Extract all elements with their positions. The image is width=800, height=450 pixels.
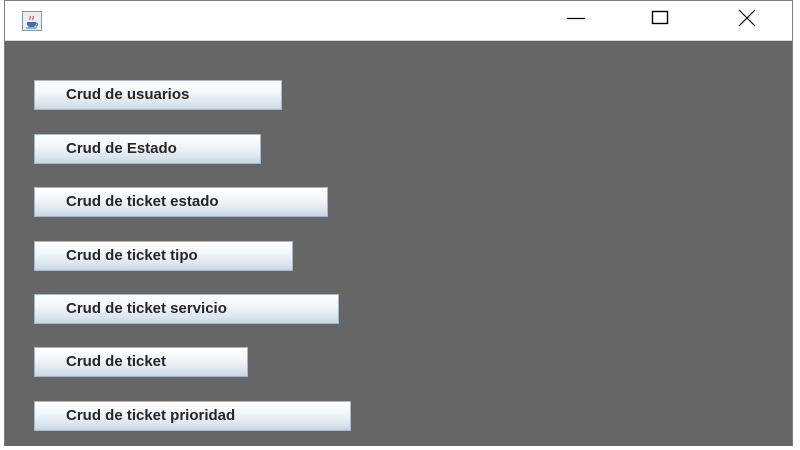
close-button[interactable] xyxy=(724,1,770,40)
crud-ticket-tipo-button[interactable]: Crud de ticket tipo xyxy=(34,241,293,271)
minimize-icon xyxy=(566,8,586,33)
crud-ticket-button[interactable]: Crud de ticket xyxy=(34,347,248,377)
content-panel: Crud de usuarios Crud de Estado Crud de … xyxy=(5,41,792,446)
java-cup-icon xyxy=(22,11,42,31)
app-window: Crud de usuarios Crud de Estado Crud de … xyxy=(4,0,793,446)
minimize-button[interactable] xyxy=(553,1,599,40)
title-bar[interactable] xyxy=(5,1,792,41)
crud-usuarios-button[interactable]: Crud de usuarios xyxy=(34,80,282,110)
crud-estado-button[interactable]: Crud de Estado xyxy=(34,134,261,164)
close-icon xyxy=(737,8,757,33)
maximize-icon xyxy=(650,8,670,33)
maximize-button[interactable] xyxy=(637,1,683,40)
crud-ticket-servicio-button[interactable]: Crud de ticket servicio xyxy=(34,294,339,324)
crud-ticket-prioridad-button[interactable]: Crud de ticket prioridad xyxy=(34,401,351,431)
crud-ticket-estado-button[interactable]: Crud de ticket estado xyxy=(34,187,328,217)
